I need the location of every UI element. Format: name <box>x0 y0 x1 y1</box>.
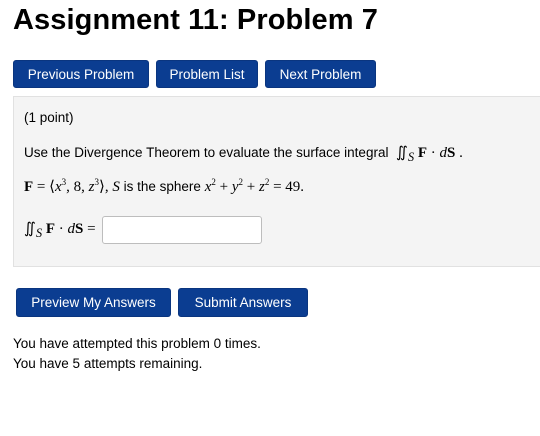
surface-description: is the sphere <box>123 179 201 194</box>
answer-row: ∬S F · dS = <box>24 216 262 244</box>
instruction-text: Use the Divergence Theorem to evaluate t… <box>24 145 389 160</box>
answer-actions: Preview My Answers Submit Answers <box>16 288 308 317</box>
submit-answers-button[interactable]: Submit Answers <box>178 288 308 317</box>
attempt-status: You have attempted this problem 0 times.… <box>13 334 261 374</box>
next-problem-button[interactable]: Next Problem <box>265 60 376 88</box>
page-title: Assignment 11: Problem 7 <box>13 4 379 36</box>
problem-instruction: Use the Divergence Theorem to evaluate t… <box>24 143 463 165</box>
problem-navigation: Previous Problem Problem List Next Probl… <box>13 60 376 88</box>
answer-input[interactable] <box>101 216 262 244</box>
attempts-made-text: You have attempted this problem 0 times. <box>13 336 261 351</box>
attempts-remaining-text: You have 5 attempts remaining. <box>13 356 203 371</box>
problem-list-button[interactable]: Problem List <box>156 60 258 88</box>
previous-problem-button[interactable]: Previous Problem <box>13 60 149 88</box>
problem-field-definition: F = ⟨x3, 8, z3⟩, S is the sphere x2 + y2… <box>24 177 304 196</box>
point-value: (1 point) <box>24 110 74 125</box>
problem-panel: (1 point) Use the Divergence Theorem to … <box>13 96 540 267</box>
answer-label: ∬S F · dS = <box>24 221 96 240</box>
surface-integral-expression: ∬S F · dS . <box>392 145 463 164</box>
preview-answers-button[interactable]: Preview My Answers <box>16 288 171 317</box>
sphere-equation: x2 + y2 + z2 = 49. <box>204 177 305 195</box>
vector-field: F = ⟨x3, 8, z3⟩, S <box>24 177 120 195</box>
